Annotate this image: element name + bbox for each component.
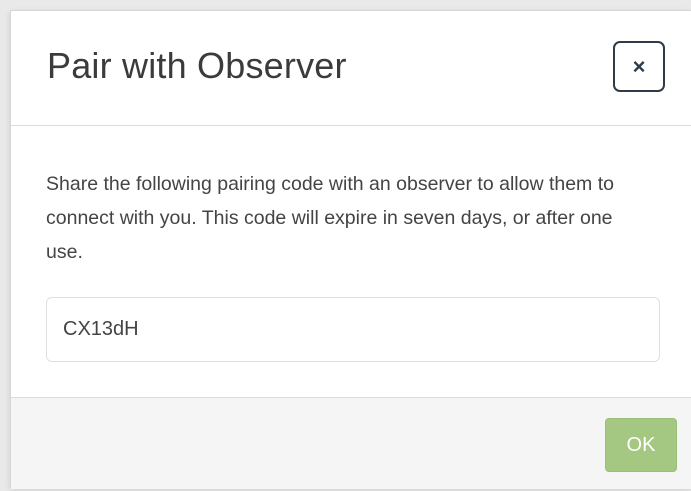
close-button[interactable]: × — [613, 41, 665, 92]
dialog-footer: OK — [11, 397, 691, 489]
dialog-title: Pair with Observer — [47, 45, 347, 86]
ok-button[interactable]: OK — [605, 418, 677, 472]
pairing-code-field[interactable] — [46, 297, 660, 362]
dialog-header: Pair with Observer × — [11, 11, 691, 126]
close-icon: × — [632, 53, 646, 79]
dialog-body: Share the following pairing code with an… — [11, 127, 691, 397]
pairing-description: Share the following pairing code with an… — [46, 173, 614, 263]
pair-observer-dialog: Pair with Observer × Share the following… — [10, 10, 691, 489]
